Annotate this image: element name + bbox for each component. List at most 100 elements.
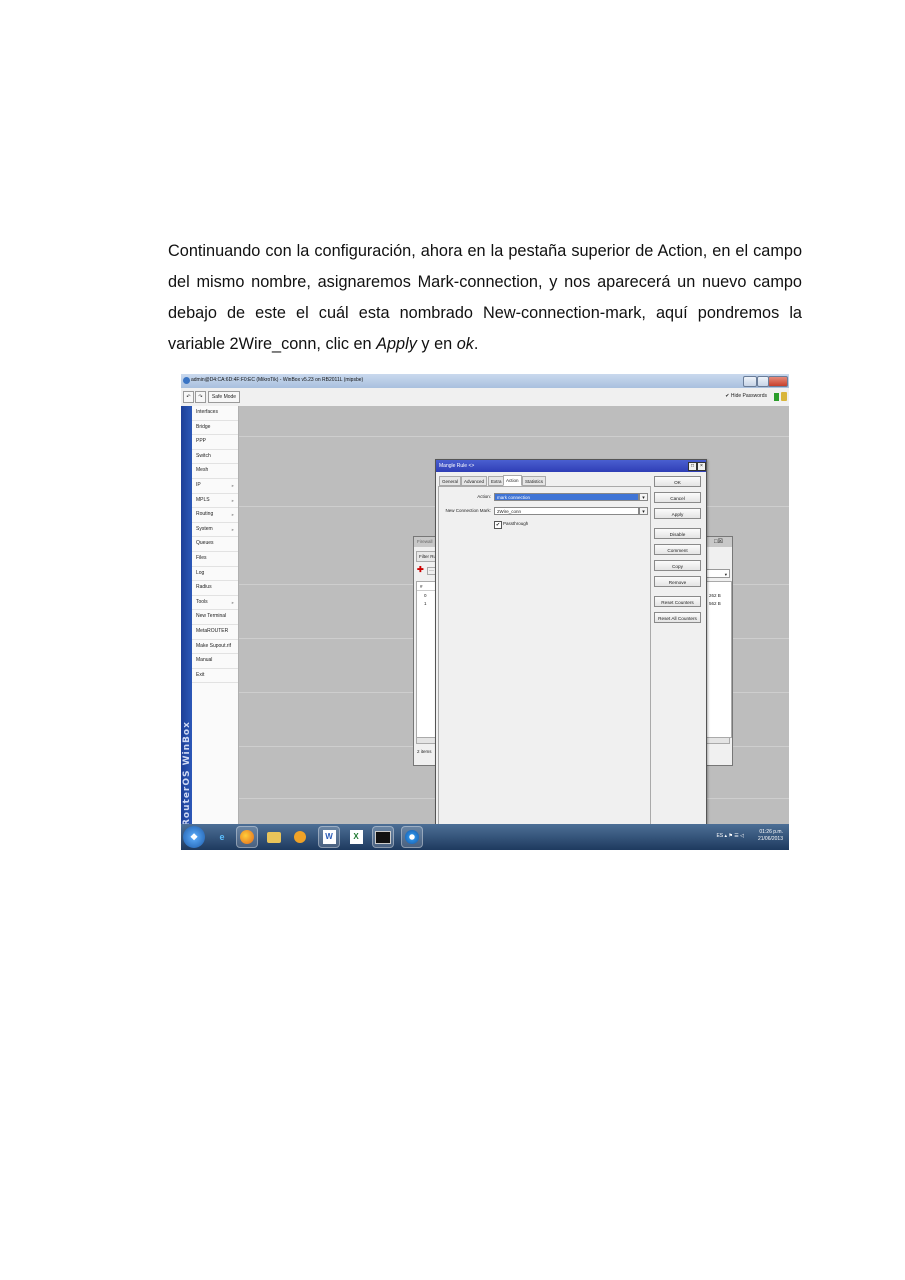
chevron-down-icon[interactable]: ▾ bbox=[639, 507, 648, 515]
window-titlebar: admin@D4:CA:6D:4F:F0:EC (MikroTik) - Win… bbox=[181, 374, 789, 388]
chevron-down-icon[interactable]: ▾ bbox=[639, 493, 648, 501]
remove-button[interactable]: Remove bbox=[654, 576, 701, 587]
submenu-arrow-icon: ▸ bbox=[231, 497, 234, 503]
sidebar-item-label: Exit bbox=[196, 671, 205, 678]
bytes-value: 562 B bbox=[709, 601, 721, 606]
sidebar-item-label: MPLS bbox=[196, 496, 210, 503]
safe-mode-button[interactable]: Safe Mode bbox=[208, 391, 240, 403]
sidebar-menu: Interfaces Bridge PPP Switch Mesh IP ▸ MPLS ▸ Rou… bbox=[192, 406, 239, 824]
window-title: admin@D4:CA:6D:4F:F0:EC (MikroTik) - Win… bbox=[191, 377, 364, 383]
sidebar-item-interfaces[interactable]: Interfaces bbox=[192, 406, 238, 421]
windows-taskbar: ❖ e W X ES ▴ ⚑ ☰ ◁ 01:26 p.m. 21/06/2013 bbox=[181, 824, 789, 850]
table-row[interactable]: 1 bbox=[417, 601, 437, 606]
sidebar-item-bridge[interactable]: Bridge bbox=[192, 421, 238, 436]
sidebar-item-log[interactable]: Log bbox=[192, 567, 238, 582]
internet-explorer-icon[interactable]: e bbox=[211, 826, 233, 848]
sidebar-item-label: Routing bbox=[196, 511, 214, 518]
apply-emphasis: Apply bbox=[376, 335, 417, 354]
column-header-number: # bbox=[417, 582, 437, 591]
undo-button[interactable]: ↶ bbox=[183, 391, 194, 403]
tab-statistics[interactable]: Statistics bbox=[522, 476, 547, 486]
redo-button[interactable]: ↷ bbox=[195, 391, 206, 403]
start-orb-icon[interactable]: ❖ bbox=[183, 826, 205, 848]
tab-general[interactable]: General bbox=[439, 476, 462, 486]
winbox-app-icon bbox=[183, 377, 190, 384]
sidebar-item-label: Files bbox=[196, 554, 207, 561]
firewall-filter-dropdown[interactable]: ▾ bbox=[706, 569, 730, 578]
sidebar-item-make-supout-rif[interactable]: Make Supout.rif bbox=[192, 640, 238, 655]
sidebar-item-label: Radius bbox=[196, 584, 212, 591]
sidebar-item-label: Switch bbox=[196, 452, 211, 459]
sidebar-item-label: System bbox=[196, 525, 213, 532]
sidebar-item-metarouter[interactable]: MetaROUTER bbox=[192, 625, 238, 640]
action-label: Action: bbox=[477, 494, 491, 499]
submenu-arrow-icon: ▸ bbox=[231, 526, 234, 532]
language-indicator[interactable]: ES bbox=[716, 833, 723, 839]
firewall-window-buttons[interactable]: □☒ bbox=[714, 538, 723, 545]
command-prompt-icon[interactable] bbox=[372, 826, 394, 848]
sidebar-item-switch[interactable]: Switch bbox=[192, 450, 238, 465]
disable-button[interactable]: Disable bbox=[654, 528, 701, 539]
file-explorer-icon[interactable] bbox=[263, 826, 285, 848]
word-icon[interactable]: W bbox=[318, 826, 340, 848]
minimize-button[interactable] bbox=[743, 376, 757, 387]
sidebar-item-label: Queues bbox=[196, 540, 214, 547]
maximize-dialog-button[interactable]: □ bbox=[688, 462, 697, 471]
sidebar-item-label: New Terminal bbox=[196, 613, 227, 620]
sidebar-item-label: MetaROUTER bbox=[196, 627, 229, 634]
new-connection-mark-input[interactable]: 2Wire_conn bbox=[494, 507, 639, 515]
sidebar-item-ppp[interactable]: PPP bbox=[192, 435, 238, 450]
sidebar-item-label: Mesh bbox=[196, 467, 209, 474]
reset-all-counters-button[interactable]: Reset All Counters bbox=[654, 612, 701, 623]
hide-passwords-checkbox[interactable]: ✔ Hide Passwords bbox=[725, 393, 767, 399]
instruction-paragraph: Continuando con la configuración, ahora … bbox=[168, 236, 802, 360]
paragraph-text-3: . bbox=[473, 335, 479, 354]
sidebar-item-ip[interactable]: IP ▸ bbox=[192, 479, 238, 494]
add-rule-icon[interactable]: ✚ bbox=[417, 566, 424, 574]
sidebar-item-tools[interactable]: Tools ▸ bbox=[192, 596, 238, 611]
close-button[interactable] bbox=[768, 376, 788, 387]
sidebar-item-routing[interactable]: Routing ▸ bbox=[192, 508, 238, 523]
sidebar-item-exit[interactable]: Exit bbox=[192, 669, 238, 684]
sidebar-item-manual[interactable]: Manual bbox=[192, 654, 238, 669]
mangle-dialog-title: Mangle Rule <> bbox=[436, 460, 706, 472]
sidebar-item-label: Log bbox=[196, 569, 205, 576]
media-player-icon[interactable] bbox=[289, 826, 311, 848]
sidebar-item-files[interactable]: Files bbox=[192, 552, 238, 567]
copy-button[interactable]: Copy bbox=[654, 560, 701, 571]
comment-button[interactable]: Comment bbox=[654, 544, 701, 555]
firefox-icon[interactable] bbox=[236, 826, 258, 848]
cancel-button[interactable]: Cancel bbox=[654, 492, 701, 503]
sidebar-item-mpls[interactable]: MPLS ▸ bbox=[192, 494, 238, 509]
ok-button[interactable]: OK bbox=[654, 476, 701, 487]
sidebar-item-queues[interactable]: Queues bbox=[192, 537, 238, 552]
sidebar-item-new-terminal[interactable]: New Terminal bbox=[192, 610, 238, 625]
taskbar-clock[interactable]: 01:26 p.m. 21/06/2013 bbox=[758, 829, 783, 843]
tab-action[interactable]: Action bbox=[503, 475, 522, 486]
sidebar-item-label: Tools bbox=[196, 598, 208, 605]
sidebar-item-label: Interfaces bbox=[196, 409, 218, 415]
connection-status-icon bbox=[774, 393, 779, 401]
tab-advanced[interactable]: Advanced bbox=[461, 476, 488, 486]
bytes-value: 262 B bbox=[709, 593, 721, 598]
paragraph-text: Continuando con la configuración, ahora … bbox=[168, 242, 802, 354]
grid-line bbox=[239, 436, 789, 437]
sidebar-item-radius[interactable]: Radius bbox=[192, 581, 238, 596]
submenu-arrow-icon: ▸ bbox=[231, 599, 234, 605]
system-tray-icons[interactable]: ES ▴ ⚑ ☰ ◁ bbox=[716, 833, 744, 839]
sidebar-item-mesh[interactable]: Mesh bbox=[192, 464, 238, 479]
sidebar-item-label: Manual bbox=[196, 657, 213, 664]
action-select[interactable]: mark connection bbox=[494, 493, 639, 501]
winbox-taskbar-icon[interactable] bbox=[401, 826, 423, 848]
close-dialog-button[interactable]: × bbox=[697, 462, 706, 471]
firewall-bytes-column: 262 B 562 B bbox=[706, 581, 732, 738]
excel-icon[interactable]: X bbox=[345, 826, 367, 848]
main-toolbar: ↶ ↷ Safe Mode ✔ Hide Passwords bbox=[181, 388, 789, 407]
reset-counters-button[interactable]: Reset Counters bbox=[654, 596, 701, 607]
apply-button[interactable]: Apply bbox=[654, 508, 701, 519]
table-row[interactable]: 0 bbox=[417, 593, 437, 598]
routeros-winbox-brand: RouterOS WinBox bbox=[182, 721, 192, 826]
sidebar-item-system[interactable]: System ▸ bbox=[192, 523, 238, 538]
passthrough-checkbox[interactable]: ✔ bbox=[494, 521, 502, 529]
mangle-rule-dialog[interactable]: Mangle Rule <> □ × General Advanced Extr… bbox=[435, 459, 707, 850]
